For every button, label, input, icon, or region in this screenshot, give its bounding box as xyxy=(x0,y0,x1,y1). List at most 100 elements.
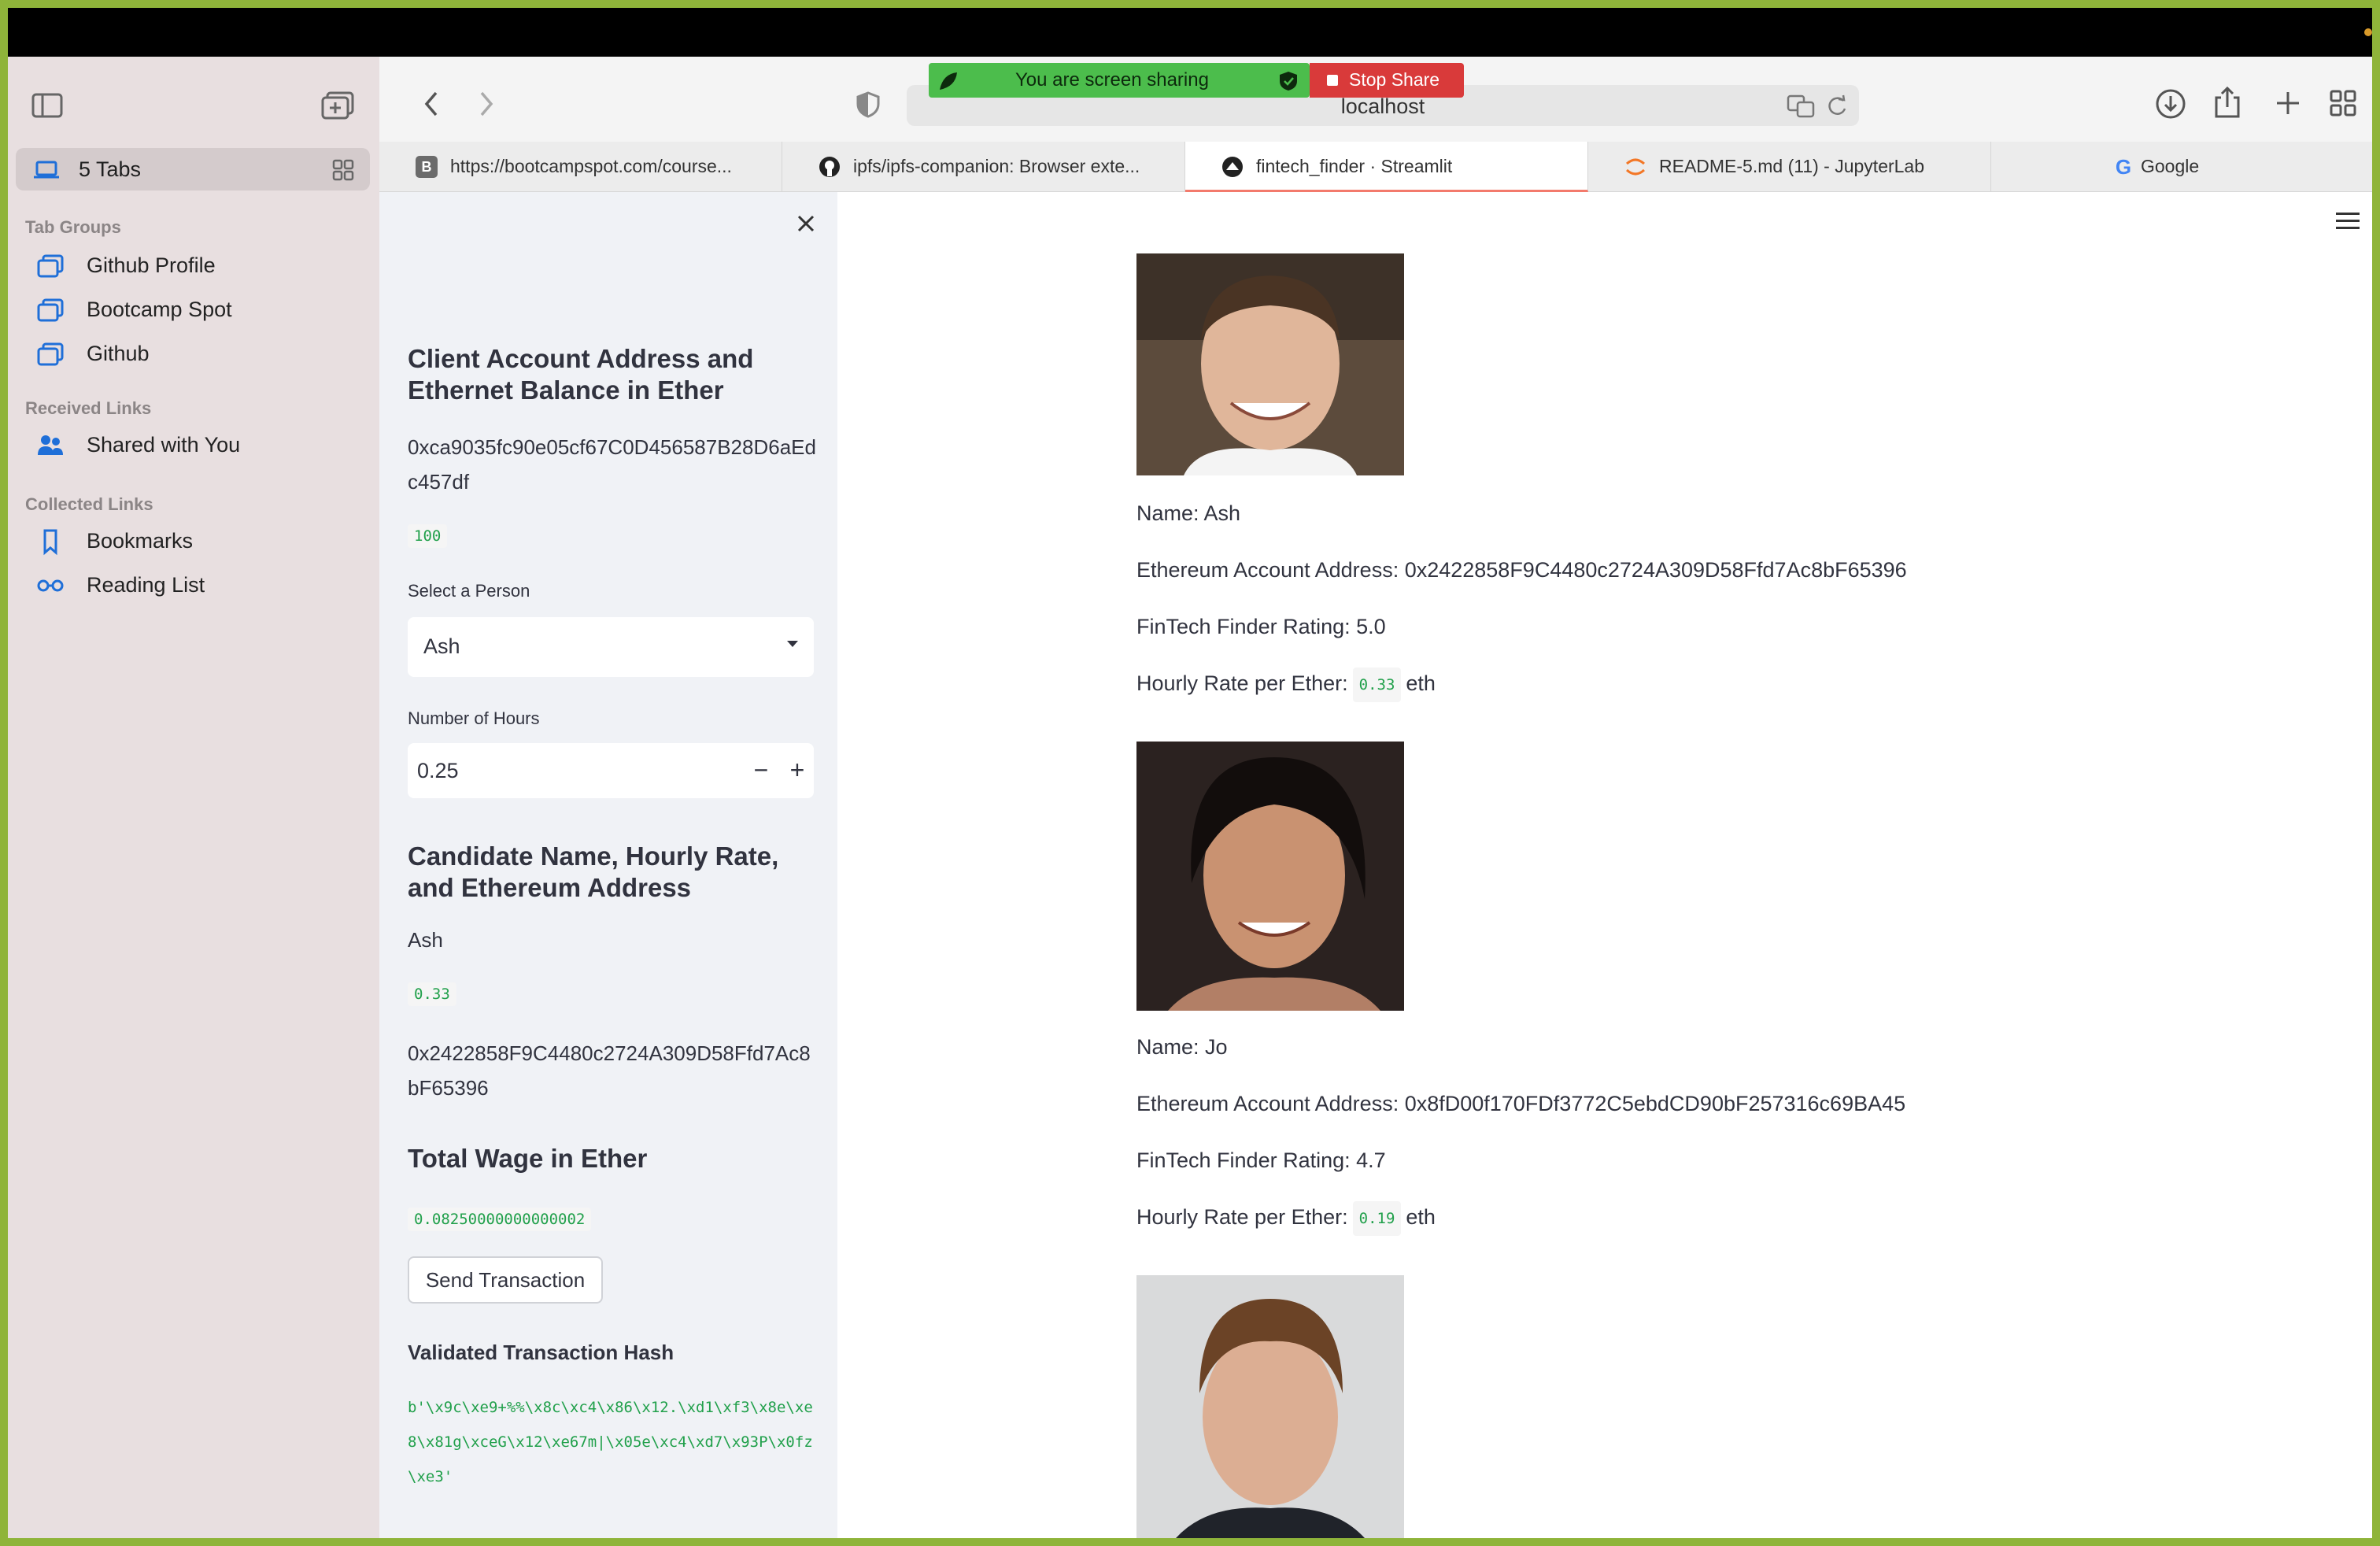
browser-window: 5 Tabs Tab Groups Github Profile Bootcam… xyxy=(8,8,2372,1538)
tab-ipfs-companion[interactable]: ipfs/ipfs-companion: Browser exte... xyxy=(782,142,1185,192)
glasses-icon xyxy=(37,579,64,592)
tab-title: https://bootcampspot.com/course... xyxy=(450,156,732,176)
streamlit-favicon-icon xyxy=(1222,157,1243,177)
client-account-heading: Client Account Address and Ethernet Bala… xyxy=(408,344,754,405)
total-wage-heading: Total Wage in Ether xyxy=(408,1144,648,1173)
new-tab-icon[interactable] xyxy=(2275,90,2301,117)
hash-heading: Validated Transaction Hash xyxy=(408,1341,674,1364)
candidate-rating: FinTech Finder Rating: 5.0 xyxy=(1136,615,1386,638)
candidate-name: Name: Ash xyxy=(1136,501,1241,525)
person-select[interactable]: Ash xyxy=(408,617,814,677)
close-icon[interactable] xyxy=(796,214,815,233)
candidate-name: Name: Jo xyxy=(1136,1035,1228,1059)
candidate-address: Ethereum Account Address: 0x8fD00f170FDf… xyxy=(1136,1092,1906,1115)
tab-bootcampspot[interactable]: B https://bootcampspot.com/course... xyxy=(379,142,782,192)
client-balance: 100 xyxy=(408,524,448,548)
shared-with-you-item[interactable]: Shared with You xyxy=(25,428,364,463)
tab-group-label: Bootcamp Spot xyxy=(87,298,232,321)
tab-google[interactable]: G Google xyxy=(1991,142,2372,192)
candidate-name: Ash xyxy=(408,928,443,952)
app-sidebar: Client Account Address and Ethernet Bala… xyxy=(379,192,837,1538)
tab-group-icon xyxy=(37,298,64,322)
tab-group-icon xyxy=(37,342,64,366)
stop-share-button[interactable]: Stop Share xyxy=(1310,63,1464,98)
browser-toolbar: localhost You are screen sharing Stop Sh… xyxy=(379,57,2372,142)
tab-fintech-finder[interactable]: fintech_finder · Streamlit xyxy=(1185,142,1588,192)
sidebar-toggle-icon[interactable] xyxy=(31,93,63,118)
candidate-heading: Candidate Name, Hourly Rate, and Ethereu… xyxy=(408,841,779,902)
tab-bar: B https://bootcampspot.com/course... ipf… xyxy=(379,142,2372,192)
downloads-icon[interactable] xyxy=(2155,88,2186,120)
laptop-icon xyxy=(34,161,59,179)
share-icon[interactable] xyxy=(2213,85,2241,120)
reading-list-item[interactable]: Reading List xyxy=(25,568,364,603)
rate-unit: eth xyxy=(1406,1205,1436,1230)
rate-label: Hourly Rate per Ether: xyxy=(1136,671,1348,696)
reload-icon[interactable] xyxy=(1826,94,1848,118)
privacy-shield-icon[interactable] xyxy=(856,91,880,118)
candidate-rate-line: Hourly Rate per Ether: 0.19 eth xyxy=(1136,1201,1436,1236)
tab-groups-heading: Tab Groups xyxy=(25,217,121,237)
menu-bar xyxy=(8,8,2372,57)
stop-icon xyxy=(1327,75,1338,86)
menu-icon[interactable] xyxy=(2336,213,2360,234)
bookmark-icon xyxy=(43,529,57,556)
transaction-hash: b'\x9c\xe9+%%\x8c\xc4\x86\x12.\xd1\xf3\x… xyxy=(408,1399,813,1485)
address-url: localhost xyxy=(1340,94,1425,118)
candidate-address: Ethereum Account Address: 0x2422858F9C44… xyxy=(1136,558,1907,582)
collected-links-heading: Collected Links xyxy=(25,494,153,514)
send-transaction-button[interactable]: Send Transaction xyxy=(408,1256,603,1304)
chevron-down-icon xyxy=(787,641,798,647)
bookmarks-item[interactable]: Bookmarks xyxy=(25,524,364,559)
tab-group-github-profile[interactable]: Github Profile xyxy=(25,249,364,283)
people-icon xyxy=(38,435,63,455)
candidate-rate-line: Hourly Rate per Ether: 0.33 eth xyxy=(1136,668,1436,702)
tab-title: Google xyxy=(2141,156,2200,176)
tab-group-github[interactable]: Github xyxy=(25,337,364,372)
bookmarks-label: Bookmarks xyxy=(87,529,194,553)
tab-group-icon xyxy=(37,254,64,278)
tabs-overview-item[interactable]: 5 Tabs xyxy=(16,148,370,190)
select-person-label: Select a Person xyxy=(408,581,530,601)
tab-title: ipfs/ipfs-companion: Browser exte... xyxy=(853,156,1140,176)
screen-sharing-message: You are screen sharing xyxy=(1015,69,1209,91)
browser-sidebar: 5 Tabs Tab Groups Github Profile Bootcam… xyxy=(8,57,379,1538)
tab-group-label: Github xyxy=(87,342,150,365)
stop-share-label: Stop Share xyxy=(1349,69,1440,90)
jupyter-favicon-icon xyxy=(1625,158,1646,176)
candidate-photo xyxy=(1136,742,1404,1011)
tab-title: fintech_finder · Streamlit xyxy=(1256,156,1453,176)
total-wage-value: 0.08250000000000002 xyxy=(408,1208,592,1231)
candidate-rate: 0.33 xyxy=(408,982,456,1006)
google-favicon-icon: G xyxy=(2115,155,2132,179)
increment-button[interactable]: + xyxy=(779,753,815,789)
app-main: Name: Ash Ethereum Account Address: 0x24… xyxy=(837,192,2372,1538)
rate-label: Hourly Rate per Ether: xyxy=(1136,1205,1348,1230)
reading-list-label: Reading List xyxy=(87,573,205,597)
hours-input[interactable]: 0.25 − + xyxy=(408,743,814,798)
hours-value: 0.25 xyxy=(417,759,459,782)
screen-sharing-banner: You are screen sharing xyxy=(929,63,1310,98)
hours-label: Number of Hours xyxy=(408,708,540,728)
back-icon[interactable] xyxy=(422,90,441,118)
rate-unit: eth xyxy=(1406,671,1436,696)
github-favicon-icon xyxy=(819,157,840,177)
decrement-button[interactable]: − xyxy=(743,753,779,789)
forward-icon[interactable] xyxy=(477,90,496,118)
candidate-rating: FinTech Finder Rating: 4.7 xyxy=(1136,1148,1386,1172)
tab-group-bootcamp-spot[interactable]: Bootcamp Spot xyxy=(25,293,364,327)
translate-icon[interactable] xyxy=(1787,94,1815,118)
tab-jupyterlab[interactable]: README-5.md (11) - JupyterLab xyxy=(1588,142,1991,192)
tab-title: README-5.md (11) - JupyterLab xyxy=(1659,156,1925,176)
candidate-address: 0x2422858F9C4480c2724A309D58Ffd7Ac8bF653… xyxy=(408,1041,811,1100)
verified-shield-icon xyxy=(1280,72,1297,91)
grid-icon[interactable] xyxy=(332,159,354,181)
candidate-photo xyxy=(1136,253,1404,475)
share-leaf-icon xyxy=(940,72,957,90)
tab-group-label: Github Profile xyxy=(87,253,216,277)
recording-indicator xyxy=(2364,28,2372,36)
received-links-heading: Received Links xyxy=(25,398,152,418)
tab-overview-icon[interactable] xyxy=(2330,90,2356,117)
new-tab-group-icon[interactable] xyxy=(321,91,356,120)
shared-with-you-label: Shared with You xyxy=(87,433,241,457)
